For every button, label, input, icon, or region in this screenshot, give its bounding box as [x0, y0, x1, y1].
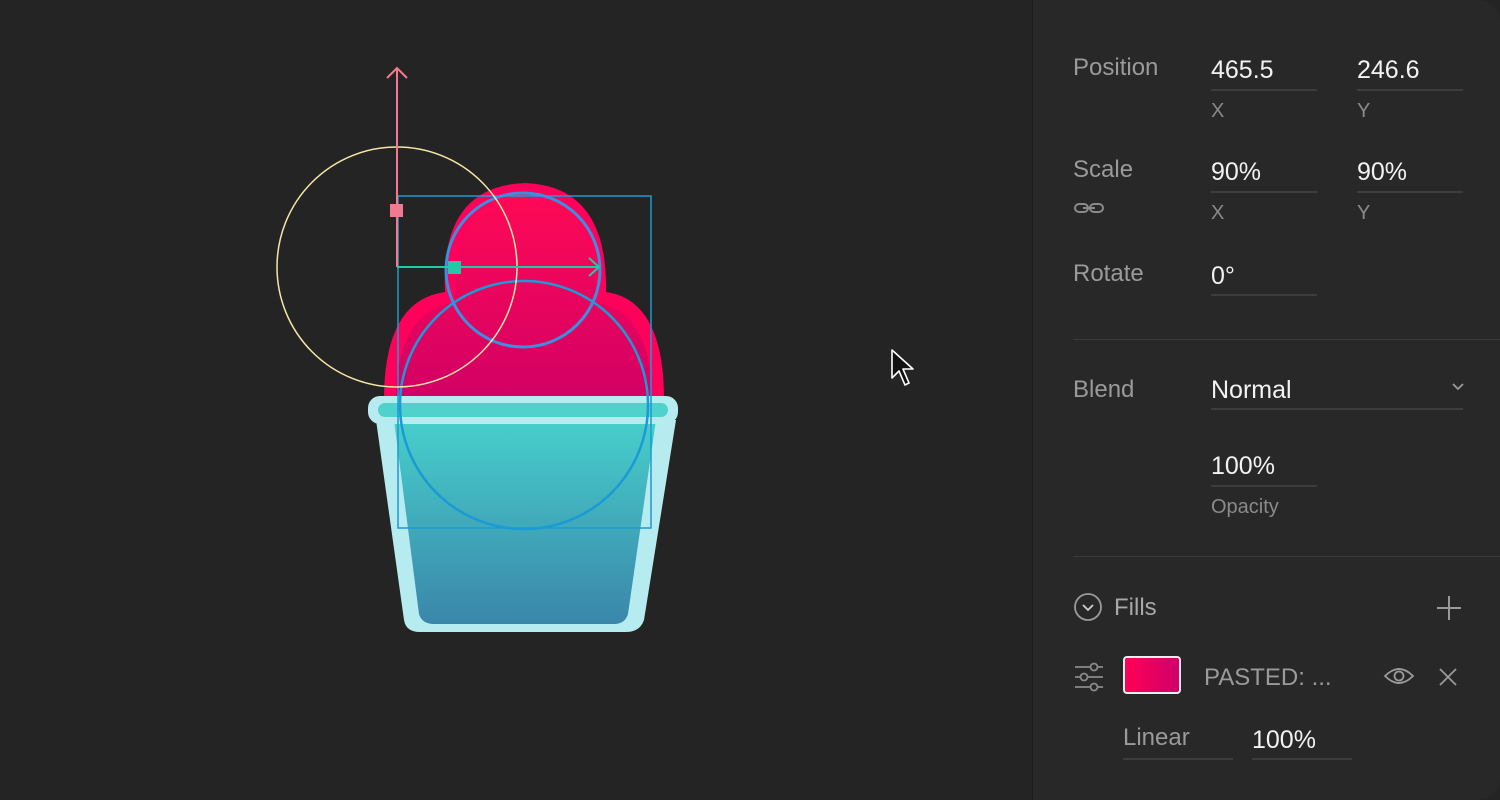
opacity-underline: [1211, 485, 1317, 487]
plus-icon[interactable]: [1435, 594, 1463, 622]
scale-x-underline: [1211, 191, 1317, 193]
chevron-down-icon[interactable]: [1451, 382, 1465, 392]
position-x-underline: [1211, 89, 1317, 91]
fill-opacity-underline: [1252, 758, 1352, 760]
fill-opacity-input[interactable]: 100%: [1252, 726, 1316, 755]
blend-select[interactable]: Normal: [1211, 376, 1292, 405]
scale-label: Scale: [1073, 156, 1134, 183]
eye-icon[interactable]: [1383, 665, 1415, 687]
cupcake-artwork[interactable]: [368, 183, 678, 632]
fill-type-underline: [1123, 758, 1233, 760]
rotate-label: Rotate: [1073, 260, 1144, 287]
fill-name[interactable]: PASTED: ...: [1204, 664, 1332, 692]
scale-y-underline: [1357, 191, 1463, 193]
scale-y-input[interactable]: 90%: [1357, 158, 1407, 187]
opacity-label: Opacity: [1211, 496, 1279, 518]
chevron-circle-icon[interactable]: [1073, 592, 1103, 622]
sliders-icon[interactable]: [1073, 662, 1105, 692]
blend-underline: [1211, 408, 1463, 410]
design-canvas[interactable]: [0, 0, 1032, 800]
position-y-underline: [1357, 89, 1463, 91]
position-y-label: Y: [1357, 100, 1371, 122]
y-axis-handle: [390, 204, 403, 217]
canvas-artwork: [276, 66, 914, 632]
close-icon[interactable]: [1437, 666, 1459, 688]
app-window: Position 465.5 X 246.6 Y Scale 90% X 90%…: [0, 0, 1500, 800]
rotate-underline: [1211, 294, 1317, 296]
blend-label: Blend: [1073, 376, 1135, 403]
position-x-input[interactable]: 465.5: [1211, 56, 1274, 85]
scale-x-input[interactable]: 90%: [1211, 158, 1261, 187]
position-x-label: X: [1211, 100, 1225, 122]
position-y-input[interactable]: 246.6: [1357, 56, 1420, 85]
scale-y-label: Y: [1357, 202, 1371, 224]
fills-title: Fills: [1114, 594, 1157, 621]
cursor-arrow-icon: [891, 349, 914, 386]
scale-x-label: X: [1211, 202, 1225, 224]
fill-type-select[interactable]: Linear: [1123, 724, 1190, 752]
section-divider: [1073, 556, 1500, 557]
position-label: Position: [1073, 54, 1159, 81]
link-icon[interactable]: [1073, 200, 1105, 216]
inspector-panel: Position 465.5 X 246.6 Y Scale 90% X 90%…: [1032, 0, 1500, 800]
rotate-input[interactable]: 0°: [1211, 262, 1235, 291]
x-axis-handle: [448, 261, 461, 274]
section-divider: [1073, 339, 1500, 340]
opacity-input[interactable]: 100%: [1211, 452, 1275, 481]
fill-color-swatch[interactable]: [1123, 656, 1181, 694]
